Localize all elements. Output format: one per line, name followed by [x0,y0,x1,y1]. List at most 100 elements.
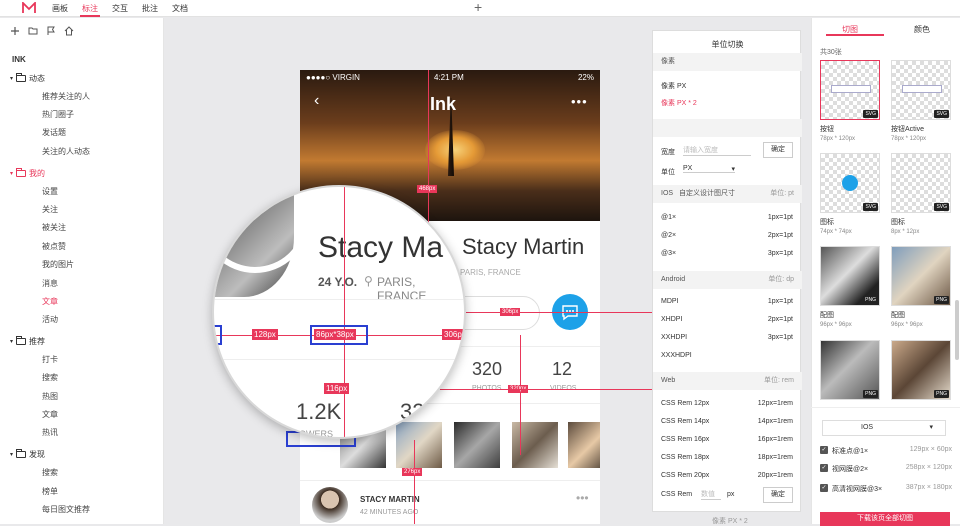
confirm-button[interactable]: 确定 [763,487,793,503]
profile-location: PARIS, FRANCE [460,268,521,277]
section-header-android: Android 单位: dp [653,271,802,289]
tree-leaf[interactable]: 设置 [42,186,58,197]
flag-icon[interactable] [46,26,56,36]
conversion-row[interactable]: CSS Rem 12px 12px=1rem [661,400,793,407]
export-size: 387px × 180px [905,484,952,491]
tree-leaf[interactable]: 搜索 [42,372,58,383]
tab-colors[interactable]: 颜色 [914,24,930,35]
unit-option-px2[interactable]: 像素 PX * 2 [661,98,793,108]
tree-leaf[interactable]: 发话题 [42,127,66,138]
mag-divider [214,359,464,360]
plus-icon[interactable] [10,26,20,36]
tree-leaf[interactable]: 活动 [42,314,58,325]
tree-group-mine[interactable]: ▾ 我的 [10,168,45,179]
conversion-row[interactable]: CSS Rem 16px 16px=1rem [661,436,793,443]
photo-thumb[interactable] [454,422,500,468]
tree-leaf[interactable]: 被点赞 [42,241,66,252]
back-chevron-icon[interactable]: ‹ [314,92,319,110]
tree-leaf[interactable]: 热图 [42,391,58,402]
conversion-row[interactable]: @3× 3px=1pt [661,250,793,257]
section-header-web: Web 单位: rem [653,372,802,390]
tree-leaf[interactable]: 打卡 [42,354,58,365]
folder-icon [16,449,27,458]
conversion-row[interactable]: @1× 1px=1pt [661,214,793,221]
tree-leaf[interactable]: 我的图片 [42,259,74,270]
more-icon[interactable]: ••• [571,94,588,109]
slice-name: 配图 [891,312,905,319]
conversion-row[interactable]: XXXHDPI [661,352,793,359]
tree-leaf[interactable]: 文章 [42,409,58,420]
custom-size-link[interactable]: 自定义设计图尺寸 [679,185,735,203]
post-item[interactable]: STACY MARTIN 42 MINUTES AGO ••• [300,480,600,524]
export-size: 129px × 60px [909,446,952,453]
conversion-row[interactable]: MDPI 1px=1pt [661,298,793,305]
tree-leaf[interactable]: 搜索 [42,467,58,478]
rem-input[interactable]: 数值 [701,489,721,500]
width-label: 宽度 [661,149,675,156]
tree-leaf[interactable]: 被关注 [42,222,66,233]
slice-thumb[interactable]: SVG [891,153,951,213]
tree-group-recommend[interactable]: ▾ 推荐 [10,336,45,347]
menu-comment[interactable]: 批注 [142,3,158,14]
tree-leaf[interactable]: 关注的人动态 [42,146,90,157]
menu-docs[interactable]: 文档 [172,3,188,14]
checkbox-checked[interactable]: ✓ [820,464,828,472]
tree-leaf[interactable]: 热门圈子 [42,109,74,120]
measure-label: 306px [442,329,466,340]
menu-active-underline [80,15,100,17]
app-logo-icon[interactable] [22,2,36,14]
avatar-ring [214,187,310,273]
slice-thumb[interactable]: PNG [820,340,880,400]
width-input[interactable]: 请输入宽度 [683,145,751,156]
row-value: 14px=1rem [757,418,793,425]
slice-thumb[interactable]: SVG [820,60,880,120]
photo-thumb[interactable] [512,422,558,468]
unit-select[interactable]: PX ▾ [683,165,735,173]
photo-thumb[interactable] [396,422,442,468]
slice-thumb[interactable]: PNG [891,246,951,306]
slice-thumb[interactable]: SVG [820,153,880,213]
checkbox-checked[interactable]: ✓ [820,446,828,454]
plus-icon[interactable]: + [474,0,482,15]
tree-leaf[interactable]: 榜单 [42,486,58,497]
photo-thumb[interactable] [568,422,600,468]
export-label: 高清视网膜@3× [832,486,883,493]
tree-leaf[interactable]: 热讯 [42,427,58,438]
home-icon[interactable] [64,26,74,36]
section-header: 像素 [653,53,802,71]
slice-thumb[interactable]: SVG [891,60,951,120]
more-icon[interactable]: ••• [576,491,589,505]
tree-leaf[interactable]: 推荐关注的人 [42,91,90,102]
tree-group-dynamic[interactable]: ▾ 动态 [10,73,45,84]
tree-leaf[interactable]: 关注 [42,204,58,215]
tree-leaf[interactable]: 消息 [42,278,58,289]
tree-root[interactable]: INK [12,55,26,64]
menu-artboard[interactable]: 画板 [52,3,68,14]
conversion-row[interactable]: CSS Rem 14px 14px=1rem [661,418,793,425]
conversion-row[interactable]: CSS Rem 18px 18px=1rem [661,454,793,461]
stat-number: 320 [472,359,503,379]
conversion-row[interactable]: XXHDPI 3px=1pt [661,334,793,341]
folder-icon[interactable] [28,26,38,36]
slice-thumb[interactable]: PNG [820,246,880,306]
format-badge: PNG [934,296,949,304]
checkbox-checked[interactable]: ✓ [820,484,828,492]
platform-value: IOS [861,424,874,431]
menu-interaction[interactable]: 交互 [112,3,128,14]
slice-size: 8px * 12px [891,229,920,235]
conversion-row[interactable]: @2× 2px=1pt [661,232,793,239]
unit-option-px[interactable]: 像素 PX [661,81,793,91]
conversion-row[interactable]: CSS Rem 20px 20px=1rem [661,472,793,479]
avatar[interactable] [312,487,348,523]
tree-leaf-selected[interactable]: 文章 [42,296,58,307]
confirm-button[interactable]: 确定 [763,142,793,158]
tree-leaf[interactable]: 每日图文推荐 [42,504,90,515]
scrollbar[interactable] [955,300,959,360]
tree-group-discover[interactable]: ▾ 发现 [10,449,45,460]
measure-line-horizontal [440,389,652,390]
platform-select[interactable]: IOS ▾ [822,420,946,436]
menu-annotate[interactable]: 标注 [82,3,98,14]
section-label: Android [661,276,686,283]
conversion-row[interactable]: XHDPI 2px=1pt [661,316,793,323]
slice-thumb[interactable]: PNG [891,340,951,400]
